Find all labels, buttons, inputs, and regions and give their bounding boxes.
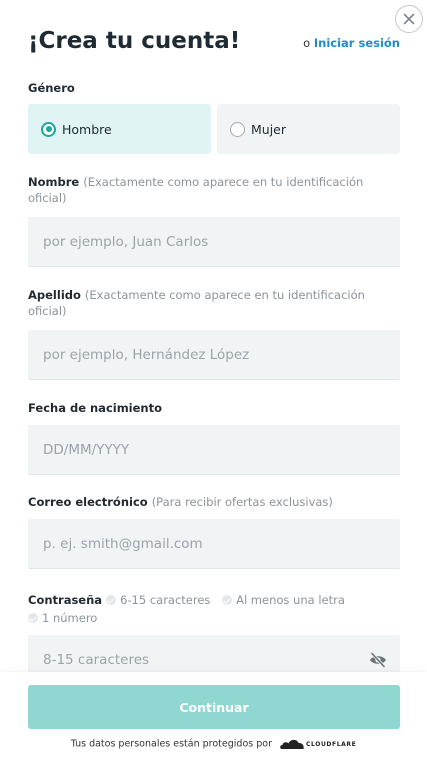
password-rule-text: 1 número <box>42 611 98 625</box>
password-rule-letter: Al menos una letra <box>222 593 345 607</box>
last-name-label: Apellido (Exactamente como aparece en tu… <box>28 287 388 319</box>
birth-date-label: Fecha de nacimiento <box>28 401 163 415</box>
radio-male[interactable] <box>41 121 56 137</box>
email-input[interactable] <box>28 519 400 568</box>
email-hint: (Para recibir ofertas exclusivas) <box>151 495 333 509</box>
gender-label: Género <box>28 81 75 95</box>
gender-option-label: Mujer <box>251 121 287 137</box>
footer: Continuar Tus datos personales están pro… <box>0 672 427 757</box>
eye-slash-icon[interactable] <box>369 652 387 668</box>
close-icon <box>403 13 415 25</box>
privacy-note: Tus datos personales están protegidos po… <box>0 738 427 750</box>
first-name-field[interactable] <box>28 217 400 267</box>
password-rule-number: 1 número <box>28 611 97 625</box>
cloud-icon <box>280 739 304 749</box>
login-link[interactable]: Iniciar sesión <box>314 36 400 50</box>
close-button[interactable] <box>395 5 423 33</box>
gender-option-male[interactable]: Hombre <box>28 104 211 154</box>
password-rule-text: 6-15 caracteres <box>120 593 211 607</box>
email-label: Correo electrónico (Para recibir ofertas… <box>28 494 388 510</box>
last-name-input[interactable] <box>28 330 400 379</box>
gender-option-label: Hombre <box>62 121 112 137</box>
last-name-label-text: Apellido <box>28 288 81 302</box>
check-icon <box>28 613 38 623</box>
first-name-hint: (Exactamente como aparece en tu identifi… <box>28 175 364 205</box>
first-name-label: Nombre (Exactamente como aparece en tu i… <box>28 174 388 206</box>
password-label-text: Contraseña <box>28 593 103 607</box>
page-title: ¡Crea tu cuenta! <box>28 28 241 54</box>
check-icon <box>106 595 117 605</box>
password-rule-text: Al menos una letra <box>236 593 345 607</box>
password-rule-length: 6-15 caracteres <box>106 593 210 607</box>
check-icon <box>222 595 233 605</box>
email-label-text: Correo electrónico <box>28 495 148 509</box>
cloudflare-logo: CLOUDFLARE <box>279 738 356 750</box>
cloudflare-wordmark: CLOUDFLARE <box>306 740 357 748</box>
login-prompt: o Iniciar sesión <box>303 36 400 50</box>
gender-option-female[interactable]: Mujer <box>217 104 400 154</box>
first-name-label-text: Nombre <box>28 175 80 189</box>
login-prefix: o <box>303 36 311 50</box>
birth-date-field[interactable] <box>28 425 400 475</box>
email-field[interactable] <box>28 519 400 569</box>
last-name-field[interactable] <box>28 330 400 380</box>
continue-button[interactable]: Continuar <box>28 685 400 729</box>
first-name-input[interactable] <box>28 217 400 266</box>
privacy-text: Tus datos personales están protegidos po… <box>70 738 272 750</box>
password-label: Contraseña 6-15 caracteres Al menos una … <box>28 591 388 627</box>
birth-date-input[interactable] <box>28 425 400 474</box>
radio-female[interactable] <box>230 121 245 137</box>
